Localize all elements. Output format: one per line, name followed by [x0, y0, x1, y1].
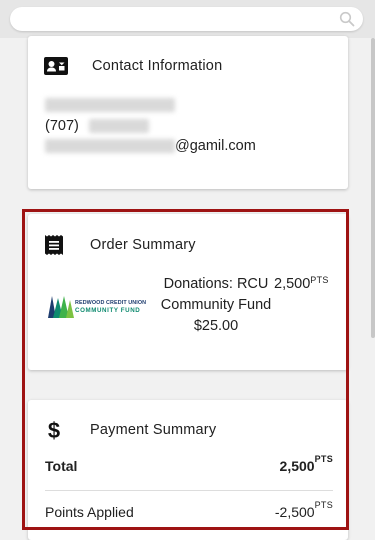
redacted-name [45, 98, 175, 113]
dollar-icon: $ [48, 418, 60, 442]
contact-phone: (707) [45, 118, 149, 134]
points-applied-label: Points Applied [45, 504, 134, 520]
payment-header: $ Payment Summary [44, 418, 216, 442]
search-icon[interactable] [339, 11, 355, 27]
points-applied-value: -2,500 [274, 504, 315, 520]
redacted-email [45, 139, 175, 154]
order-item-name-line1: Donations: RCU [163, 276, 269, 292]
payment-card: $ Payment Summary Total 2,500PTS Points … [28, 400, 348, 540]
payment-title: Payment Summary [90, 422, 217, 438]
order-header: Order Summary [44, 234, 196, 256]
order-points-value: 2,500 [274, 276, 311, 292]
contact-name [45, 97, 175, 113]
receipt-icon [45, 235, 63, 255]
top-bar [0, 0, 375, 38]
email-suffix: @gamil.com [175, 138, 256, 154]
contact-card: Contact Information (707) @gamil.com [28, 36, 348, 189]
total-label: Total [45, 458, 78, 474]
order-item-name-line2: Community Fund [160, 297, 272, 313]
order-item-points: 2,500PTS [274, 274, 329, 295]
total-value-wrap: 2,500PTS [279, 454, 333, 474]
points-applied-row: Points Applied -2,500PTS [45, 500, 333, 520]
order-item: Donations: RCU Community Fund $25.00 [157, 274, 275, 337]
contact-title: Contact Information [92, 58, 223, 74]
total-unit: PTS [314, 454, 333, 464]
logo-line2: COMMUNITY FUND [75, 307, 141, 314]
total-value: 2,500 [279, 458, 315, 474]
order-title: Order Summary [90, 237, 196, 253]
redacted-phone [88, 119, 149, 134]
search-input[interactable] [10, 7, 363, 31]
logo-line1: REDWOOD CREDIT UNION [75, 300, 147, 306]
contact-header: Contact Information [44, 56, 222, 76]
scrollbar[interactable] [371, 38, 375, 338]
order-item-price: $25.00 [193, 318, 239, 334]
contact-email: @gamil.com [45, 138, 256, 154]
order-card: Order Summary REDWOOD CREDIT UNION COMMU… [28, 214, 348, 370]
tree-logo-icon [48, 296, 74, 318]
order-points-unit: PTS [310, 275, 329, 285]
contact-card-icon [44, 57, 68, 75]
payment-divider [45, 490, 333, 491]
points-applied-value-wrap: -2,500PTS [274, 500, 333, 520]
phone-prefix: (707) [45, 118, 79, 134]
points-applied-unit: PTS [314, 500, 333, 510]
rcu-community-fund-logo: REDWOOD CREDIT UNION COMMUNITY FUND [48, 294, 148, 320]
total-row: Total 2,500PTS [45, 454, 333, 474]
svg-text:$: $ [48, 418, 60, 442]
